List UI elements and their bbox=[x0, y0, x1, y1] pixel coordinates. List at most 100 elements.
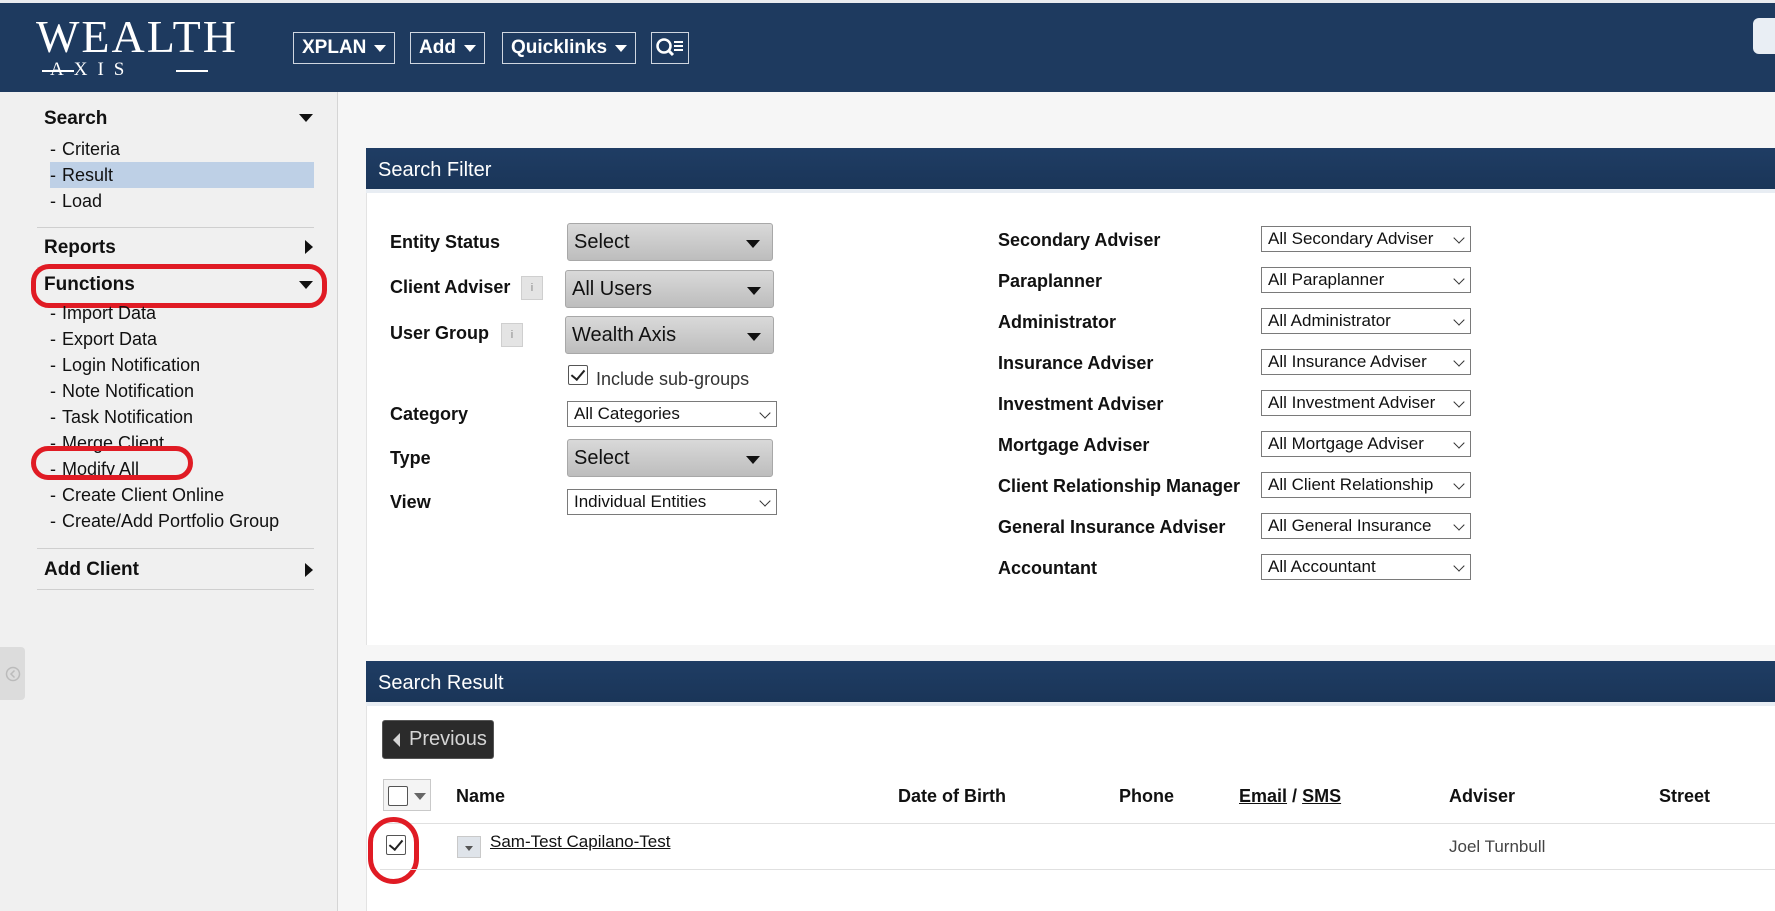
client-relationship-manager-select[interactable]: All Client Relationship bbox=[1261, 472, 1471, 498]
info-icon[interactable]: i bbox=[501, 323, 523, 347]
nav-xplan-button[interactable]: XPLAN bbox=[293, 32, 396, 64]
user-group-value: Wealth Axis bbox=[572, 324, 677, 346]
chevron-down-icon bbox=[1453, 519, 1465, 531]
sidebar: Search - Criteria - Result - Load Reports F… bbox=[0, 92, 338, 911]
client-adviser-value: All Users bbox=[572, 278, 653, 300]
sidebar-item-create-add-portfolio-group[interactable]: - Create/Add Portfolio Group bbox=[50, 508, 314, 534]
view-select[interactable]: Individual Entities bbox=[567, 489, 777, 515]
general-insurance-adviser-label: General Insurance Adviser bbox=[998, 517, 1226, 537]
search-result-panel bbox=[366, 706, 1775, 911]
sidebar-item-label: Export Data bbox=[62, 329, 158, 349]
investment-adviser-value: All Investment Adviser bbox=[1268, 393, 1436, 412]
sidebar-item-login-notification[interactable]: - Login Notification bbox=[50, 352, 314, 378]
email-sort-link[interactable]: Email bbox=[1239, 786, 1287, 806]
entity-status-select[interactable]: Select bbox=[567, 223, 773, 261]
header-top-line bbox=[0, 0, 1775, 3]
sidebar-item-result[interactable]: - Result bbox=[50, 162, 314, 188]
chevron-down-icon bbox=[1453, 437, 1465, 449]
row-actions-dropdown[interactable] bbox=[457, 836, 481, 858]
client-adviser-select[interactable]: All Users bbox=[565, 270, 774, 308]
administrator-label: Administrator bbox=[998, 312, 1117, 332]
sidebar-item-task-notification[interactable]: - Task Notification bbox=[50, 404, 314, 430]
sidebar-section-add-client[interactable]: Add Client bbox=[44, 559, 139, 581]
sidebar-item-create-client-online[interactable]: - Create Client Online bbox=[50, 482, 314, 508]
chevron-down-icon bbox=[615, 44, 628, 52]
chevron-down-icon bbox=[746, 240, 760, 248]
secondary-adviser-label: Secondary Adviser bbox=[998, 230, 1161, 250]
logo-main-text: WEALTH bbox=[36, 11, 238, 62]
view-label: View bbox=[390, 492, 431, 512]
chevron-down-icon bbox=[747, 287, 761, 295]
client-relationship-manager-label: Client Relationship Manager bbox=[998, 476, 1241, 496]
include-subgroups-checkbox[interactable] bbox=[568, 365, 588, 385]
mortgage-adviser-select[interactable]: All Mortgage Adviser bbox=[1261, 431, 1471, 457]
divider bbox=[37, 227, 314, 228]
chevron-down-icon bbox=[746, 456, 760, 464]
chevron-down-icon bbox=[1453, 396, 1465, 408]
top-header: WEALTH AXIS XPLAN Add Quicklinks bbox=[0, 0, 1775, 92]
secondary-adviser-select[interactable]: All Secondary Adviser bbox=[1261, 226, 1471, 252]
quick-search-button[interactable] bbox=[651, 32, 689, 64]
highlight-oval-modify-all bbox=[31, 446, 193, 480]
previous-page-button[interactable]: Previous bbox=[382, 720, 494, 759]
insurance-adviser-select[interactable]: All Insurance Adviser bbox=[1261, 349, 1471, 375]
nav-quicklinks-label: Quicklinks bbox=[511, 37, 608, 58]
user-group-label: User Group bbox=[390, 323, 490, 343]
mortgage-adviser-label: Mortgage Adviser bbox=[998, 435, 1150, 455]
administrator-select[interactable]: All Administrator bbox=[1261, 308, 1471, 334]
sidebar-item-criteria[interactable]: - Criteria bbox=[50, 136, 314, 162]
view-value: Individual Entities bbox=[574, 492, 707, 511]
paraplanner-value: All Paraplanner bbox=[1268, 270, 1385, 289]
column-header-street[interactable]: Street bbox=[1659, 786, 1710, 807]
accountant-select[interactable]: All Accountant bbox=[1261, 554, 1471, 580]
entity-status-value: Select bbox=[574, 231, 630, 253]
client-name-link[interactable]: Sam-Test Capilano-Test bbox=[490, 832, 670, 852]
select-all-dropdown[interactable] bbox=[383, 779, 431, 811]
chevron-down-icon bbox=[747, 333, 761, 341]
column-header-phone[interactable]: Phone bbox=[1119, 786, 1174, 807]
search-icon bbox=[656, 38, 683, 57]
general-insurance-adviser-value: All General Insurance bbox=[1268, 516, 1432, 535]
search-filter-header: Search Filter bbox=[366, 148, 1775, 193]
highlight-oval-checkbox bbox=[368, 817, 419, 884]
chevron-down-icon bbox=[1453, 560, 1465, 572]
paraplanner-label: Paraplanner bbox=[998, 271, 1103, 291]
general-insurance-adviser-select[interactable]: All General Insurance bbox=[1261, 513, 1471, 539]
sidebar-item-label: Create/Add Portfolio Group bbox=[62, 511, 280, 531]
nav-add-button[interactable]: Add bbox=[410, 32, 485, 64]
sms-sort-link[interactable]: SMS bbox=[1302, 786, 1341, 806]
category-label: Category bbox=[390, 404, 469, 424]
info-icon[interactable]: i bbox=[521, 276, 543, 300]
logo-sub-text: AXIS bbox=[42, 60, 236, 80]
chevron-right-icon[interactable] bbox=[305, 563, 313, 577]
type-select[interactable]: Select bbox=[567, 439, 773, 477]
sidebar-item-import-data[interactable]: - Import Data bbox=[50, 300, 314, 326]
nav-quicklinks-button[interactable]: Quicklinks bbox=[502, 32, 637, 64]
sidebar-item-load[interactable]: - Load bbox=[50, 188, 314, 214]
select-all-checkbox[interactable] bbox=[388, 786, 408, 806]
secondary-adviser-value: All Secondary Adviser bbox=[1268, 229, 1434, 248]
category-select[interactable]: All Categories bbox=[567, 401, 777, 427]
chevron-right-icon[interactable] bbox=[305, 240, 313, 254]
nav-xplan-label: XPLAN bbox=[302, 37, 367, 58]
sidebar-section-search[interactable]: Search bbox=[44, 108, 107, 130]
investment-adviser-select[interactable]: All Investment Adviser bbox=[1261, 390, 1471, 416]
user-group-select[interactable]: Wealth Axis bbox=[565, 316, 774, 354]
wealth-axis-logo[interactable]: WEALTH AXIS bbox=[36, 14, 236, 84]
chevron-down-icon[interactable] bbox=[299, 114, 313, 122]
column-header-dob[interactable]: Date of Birth bbox=[898, 786, 1006, 807]
column-header-adviser[interactable]: Adviser bbox=[1449, 786, 1515, 807]
previous-label: Previous bbox=[409, 728, 487, 750]
sidebar-item-export-data[interactable]: - Export Data bbox=[50, 326, 314, 352]
user-avatar-icon[interactable] bbox=[1753, 18, 1775, 54]
column-header-name[interactable]: Name bbox=[456, 786, 505, 807]
sidebar-section-reports[interactable]: Reports bbox=[44, 237, 116, 259]
chevron-down-icon bbox=[1453, 314, 1465, 326]
sidebar-collapse-button[interactable] bbox=[0, 647, 25, 700]
paraplanner-select[interactable]: All Paraplanner bbox=[1261, 267, 1471, 293]
sidebar-item-note-notification[interactable]: - Note Notification bbox=[50, 378, 314, 404]
sidebar-item-label: Criteria bbox=[62, 139, 121, 159]
chevron-down-icon bbox=[465, 846, 473, 851]
chevron-down-icon bbox=[463, 44, 476, 52]
divider bbox=[37, 589, 314, 590]
